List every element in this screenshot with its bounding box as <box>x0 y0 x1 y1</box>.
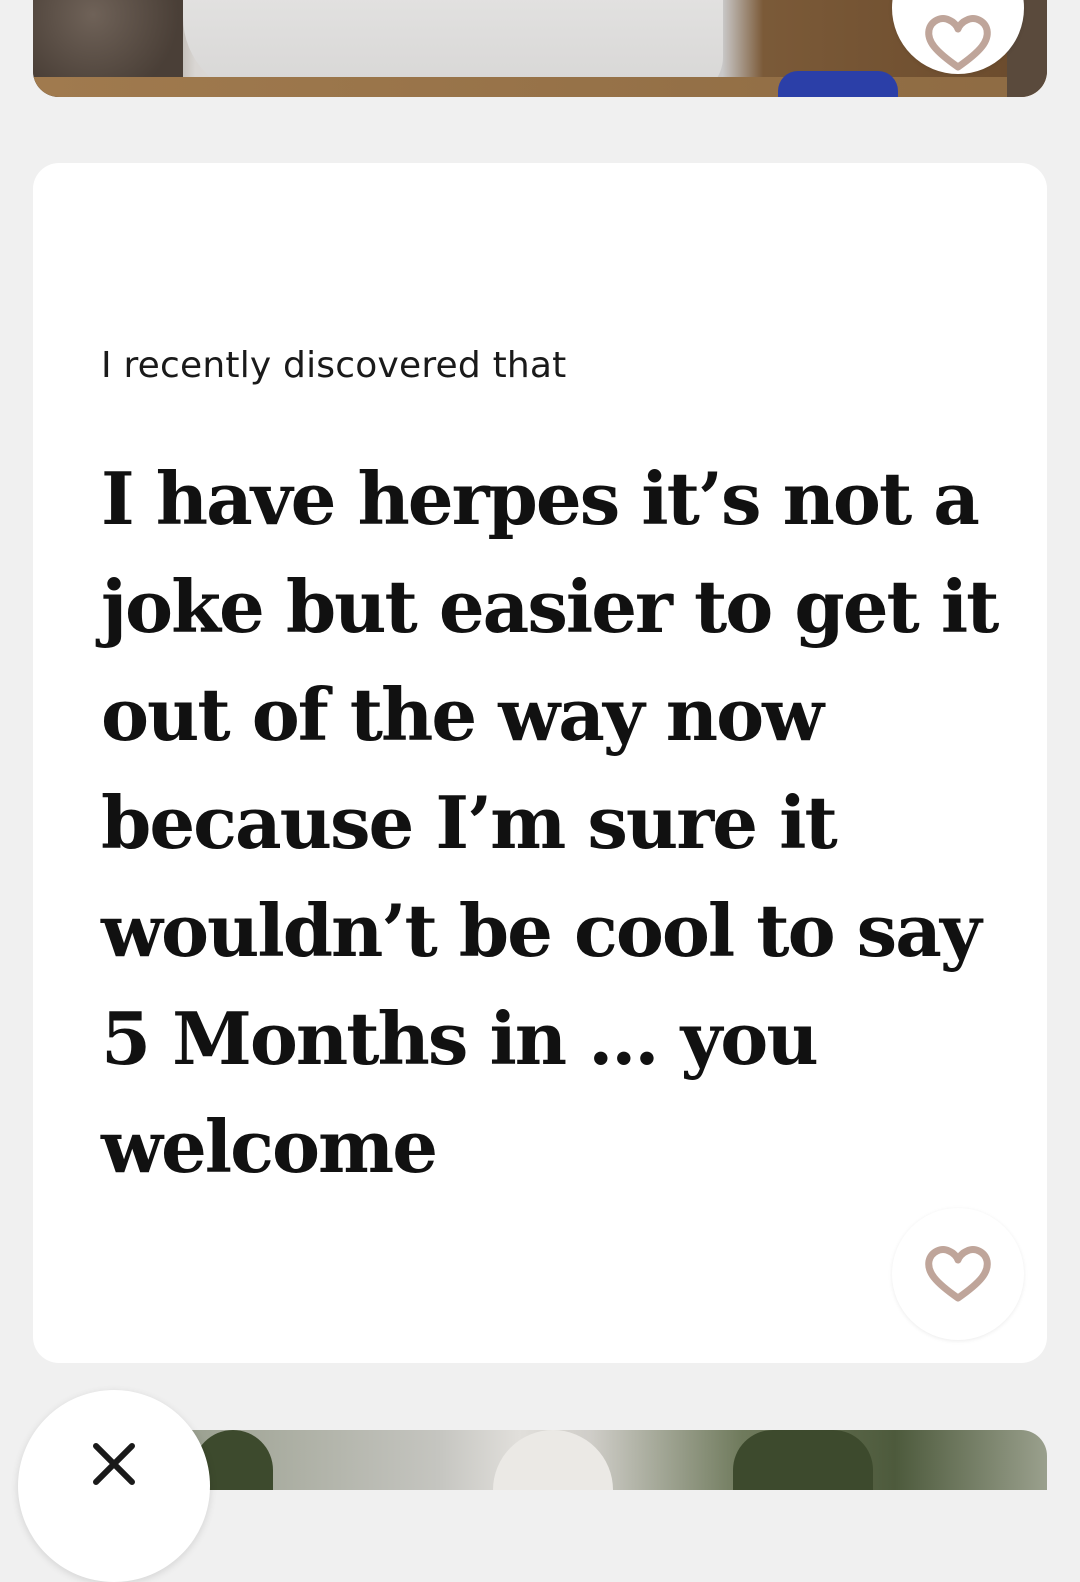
skip-button[interactable] <box>18 1390 210 1582</box>
prompt-card: I recently discovered that I have herpes… <box>33 163 1047 1363</box>
like-prompt-button[interactable] <box>892 1208 1024 1340</box>
photo-tree <box>733 1430 873 1490</box>
prompt-question: I recently discovered that <box>101 345 567 386</box>
photo-statue <box>493 1430 613 1490</box>
close-x-icon <box>93 1443 135 1485</box>
heart-outline-icon <box>925 1246 991 1302</box>
prompt-answer: I have herpes it’s not a joke but easier… <box>101 456 999 1189</box>
photo-object <box>778 71 898 97</box>
heart-outline-icon <box>925 15 991 71</box>
